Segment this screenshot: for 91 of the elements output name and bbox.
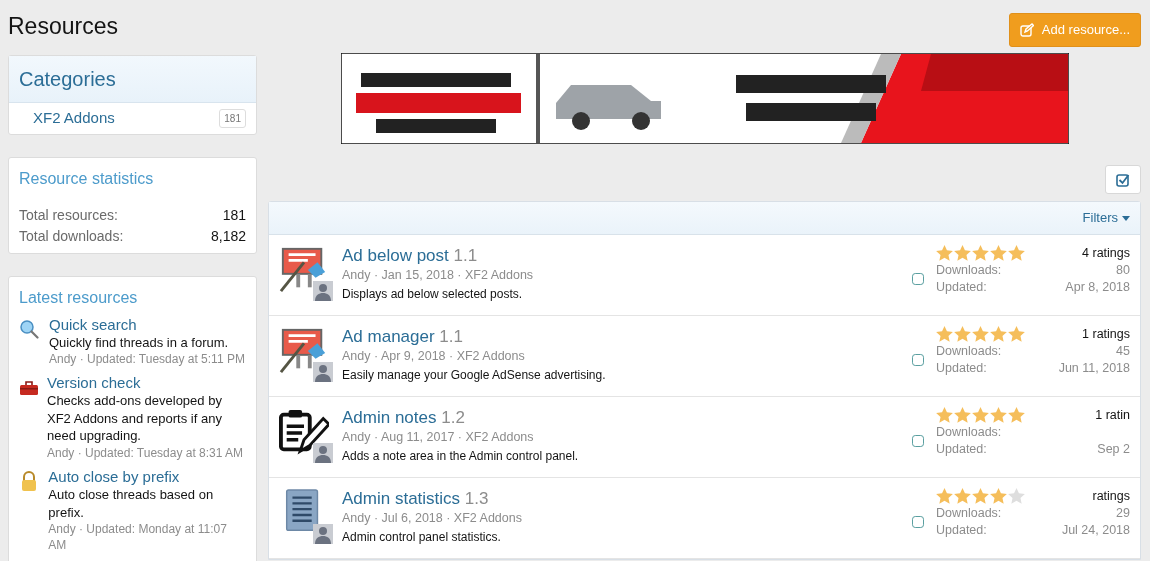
stat-value: 8,182: [210, 226, 246, 246]
filters-button[interactable]: Filters: [1082, 208, 1130, 228]
resource-title-link[interactable]: Admin statistics: [342, 489, 461, 508]
resource-description: Easily manage your Google AdSense advertising.: [342, 367, 607, 384]
version-text: 1.3: [464, 489, 489, 508]
star-icon: [954, 407, 971, 424]
panel-title: Categories: [9, 56, 256, 103]
resource-description: Displays ad below selected posts.: [342, 286, 524, 303]
resource-title-link[interactable]: Admin notes: [342, 408, 437, 427]
version-text: 1.1: [439, 327, 463, 346]
version-text: 1.2: [441, 408, 465, 427]
select-toggle-button[interactable]: [1105, 165, 1141, 194]
stat-label: Updated:: [936, 440, 987, 458]
magnifier-icon: [19, 318, 39, 339]
star-icon: [1008, 326, 1025, 343]
stat-label: Downloads:: [936, 342, 1002, 360]
ratings-count: 4 ratings: [1082, 245, 1130, 262]
clipboard-pencil-icon: [279, 407, 329, 457]
star-icon: [972, 245, 989, 262]
resource-meta: Andy · Jan 15, 2018 · XF2 Addons: [342, 267, 535, 285]
resource-meta: Andy · Updated: Tuesday at 8:31 AM: [47, 444, 245, 462]
stat-label: Updated:: [936, 278, 987, 296]
star-icon: [972, 326, 989, 343]
category-item[interactable]: XF2 Addons 181: [9, 103, 256, 134]
ratings-count: 1 ratings: [1082, 326, 1130, 343]
select-checkbox[interactable]: [912, 354, 924, 366]
star-icon: [936, 326, 953, 343]
star-icon: [1008, 407, 1025, 424]
stat-label: Downloads:: [936, 504, 1002, 522]
stat-value: 80: [1116, 261, 1130, 279]
resource-meta: Andy · Aug 11, 2017 · XF2 Addons: [342, 429, 535, 447]
count-badge: 181: [219, 108, 246, 128]
edit-icon: [1019, 22, 1034, 37]
resource-meta: Andy · Jul 6, 2018 · XF2 Addons: [342, 510, 523, 528]
stat-value: 181: [222, 205, 246, 225]
star-icon: [954, 488, 971, 505]
resource-link[interactable]: Version check: [47, 374, 246, 393]
star-icon: [990, 245, 1007, 262]
stat-value: Apr 8, 2018: [1065, 278, 1130, 296]
star-icon: [936, 488, 953, 505]
resource-meta: Andy · Apr 9, 2018 · XF2 Addons: [342, 348, 526, 366]
stat-value: Jul 24, 2018: [1061, 521, 1130, 539]
version-text: 1.1: [453, 246, 478, 265]
star-icon: [972, 407, 989, 424]
page-title: Resources: [8, 13, 118, 41]
star-icon: [954, 326, 971, 343]
star-icon: [936, 407, 953, 424]
panel-title: Resource statistics: [19, 168, 155, 189]
star-icon: [972, 488, 989, 505]
star-icon: [936, 245, 953, 262]
resource-title-link[interactable]: Ad below post: [342, 246, 449, 265]
resource-description: Checks add-ons developed by XF2 Addons and reports if any need upgrading.: [47, 392, 223, 445]
star-icon: [990, 407, 1007, 424]
stat-label: Updated:: [936, 359, 987, 377]
ratings-count: ratings: [1092, 488, 1130, 505]
star-icon: [1008, 245, 1025, 262]
caret-icon: [1122, 215, 1130, 221]
resource-description: Admin control panel statistics.: [342, 529, 502, 546]
panel-title: Latest resources: [19, 287, 139, 308]
resource-title-link[interactable]: Ad manager: [342, 327, 435, 346]
resource-link[interactable]: Auto close by prefix: [48, 468, 246, 487]
resource-meta: Andy · Updated: Monday at 11:07 AM: [48, 521, 228, 554]
resource-link[interactable]: Quick search: [49, 315, 245, 334]
padlock-icon: [19, 471, 39, 492]
avatar-icon: [313, 281, 333, 301]
star-icon: [990, 326, 1007, 343]
select-checkbox[interactable]: [912, 273, 924, 285]
select-checkbox[interactable]: [912, 435, 924, 447]
ratings-count: 1 ratin: [1095, 407, 1130, 424]
avatar-icon: [313, 524, 333, 544]
avatar-icon: [313, 443, 333, 463]
stat-label: Updated:: [936, 521, 987, 539]
star-icon: [990, 488, 1007, 505]
stat-value: Sep 2: [1097, 440, 1130, 458]
stat-value: 45: [1116, 342, 1130, 360]
stat-value: 29: [1116, 504, 1130, 522]
stat-label: Downloads:: [936, 261, 1002, 279]
checkbox-icon: [1116, 172, 1130, 187]
select-checkbox[interactable]: [912, 516, 924, 528]
star-icon: [1008, 488, 1025, 505]
resource-description: Adds a note area in the Admin control panel.: [342, 448, 580, 465]
resource-description: Quickly find threads in a forum.: [49, 333, 230, 352]
avatar-icon: [313, 362, 333, 382]
stat-value: Jun 11, 2018: [1058, 359, 1130, 377]
stat-label: Downloads:: [936, 423, 1002, 441]
resource-meta: Andy · Updated: Tuesday at 5:11 PM: [49, 351, 245, 368]
stat-label: Total resources:: [19, 205, 118, 225]
category-label: XF2 Addons: [33, 108, 115, 128]
star-icon: [954, 245, 971, 262]
stat-label: Total downloads:: [19, 226, 124, 246]
resource-description: Auto close threads based on prefix.: [48, 486, 215, 522]
